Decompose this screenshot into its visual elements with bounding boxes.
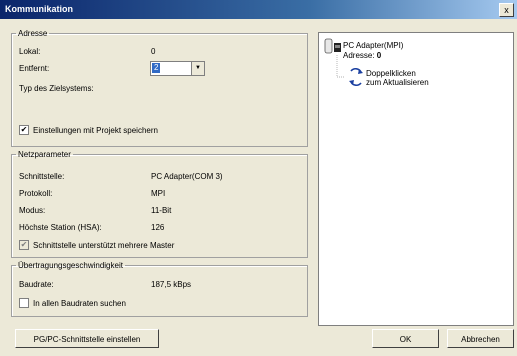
save-settings-checkbox[interactable]: ✔ xyxy=(19,125,29,135)
protokoll-value: MPI xyxy=(151,189,166,198)
adapter-address-label: Adresse: xyxy=(343,51,377,60)
adapter-address-value: 0 xyxy=(376,51,382,60)
all-baudrates-checkbox[interactable] xyxy=(19,298,29,308)
modus-label: Modus: xyxy=(19,206,46,215)
entfernt-select-value: 2 xyxy=(152,63,161,73)
refresh-line-2[interactable]: zum Aktualisieren xyxy=(366,78,429,87)
save-settings-label[interactable]: Einstellungen mit Projekt speichern xyxy=(33,126,158,135)
uebertragung-group: Übertragungsgeschwindigkeit xyxy=(11,261,308,317)
network-tree-panel[interactable]: PC Adapter(MPI) Adresse: 0 Doppelklicken… xyxy=(318,32,514,326)
schnittstelle-label: Schnittstelle: xyxy=(19,172,65,181)
cancel-button[interactable]: Abbrechen xyxy=(447,329,514,348)
hsa-value: 126 xyxy=(151,223,165,232)
all-baudrates-label[interactable]: In allen Baudraten suchen xyxy=(33,299,126,308)
entfernt-label: Entfernt: xyxy=(19,64,50,73)
uebertragung-legend: Übertragungsgeschwindigkeit xyxy=(18,261,123,270)
adresse-legend: Adresse xyxy=(18,29,48,38)
chevron-down-icon[interactable]: ▼ xyxy=(191,62,204,75)
typ-zielsystem-label: Typ des Zielsystems: xyxy=(19,84,94,93)
netzparameter-legend: Netzparameter xyxy=(18,150,71,159)
lokal-label: Lokal: xyxy=(19,47,41,56)
window-title: Kommunikation xyxy=(5,4,74,14)
ok-button[interactable]: OK xyxy=(372,329,439,348)
kommunikation-dialog: Kommunikation x Adresse Lokal: 0 Entfern… xyxy=(0,0,517,356)
multi-master-checkbox: ✔ xyxy=(19,240,29,250)
adapter-label[interactable]: PC Adapter(MPI) xyxy=(343,41,403,50)
modus-value: 11-Bit xyxy=(151,206,172,215)
pc-adapter-icon xyxy=(324,38,341,54)
title-bar[interactable]: Kommunikation x xyxy=(0,0,517,19)
baudrate-label: Baudrate: xyxy=(19,280,54,289)
schnittstelle-value: PC Adapter(COM 3) xyxy=(151,172,223,181)
refresh-line-1[interactable]: Doppelklicken xyxy=(366,69,416,78)
hsa-label: Höchste Station (HSA): xyxy=(19,223,102,232)
adapter-address: Adresse: 0 xyxy=(343,51,381,60)
pgpc-interface-button[interactable]: PG/PC-Schnittstelle einstellen xyxy=(15,329,159,348)
baudrate-value: 187,5 kBps xyxy=(151,280,192,289)
multi-master-label: Schnittstelle unterstützt mehrere Master xyxy=(33,241,175,250)
close-button[interactable]: x xyxy=(499,3,514,17)
lokal-value: 0 xyxy=(151,47,156,56)
protokoll-label: Protokoll: xyxy=(19,189,53,198)
refresh-icon xyxy=(349,67,363,87)
entfernt-select[interactable]: 2 ▼ xyxy=(150,61,205,76)
